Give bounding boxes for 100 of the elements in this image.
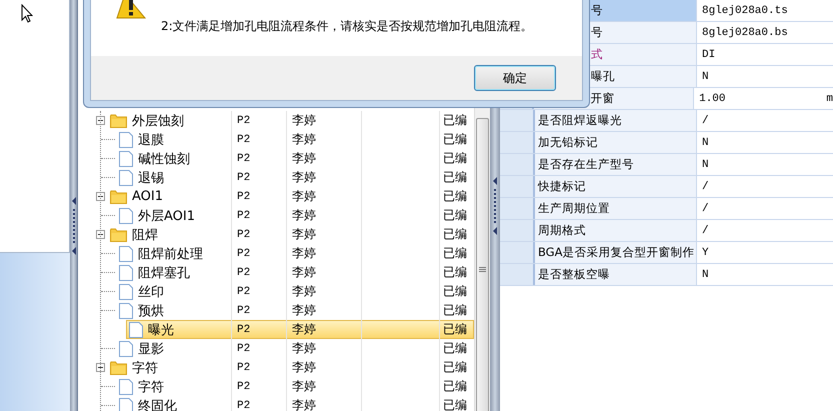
table-cell: 李婷 (292, 302, 316, 319)
row-header[interactable] (500, 264, 535, 285)
tree-item-label: 丝印 (137, 284, 164, 300)
tree-row[interactable]: 退锡 P2 李婷 已编 (78, 168, 474, 187)
property-name[interactable]: 是否阻焊返曝光 (535, 110, 697, 131)
table-cell: P2 (237, 304, 250, 316)
table-cell: P2 (237, 152, 250, 164)
row-header[interactable] (500, 132, 535, 153)
collapse-icon[interactable] (96, 230, 105, 239)
collapse-icon[interactable] (96, 363, 105, 372)
property-name[interactable]: 周期格式 (535, 220, 697, 241)
tree-row[interactable]: 阻焊塞孔 P2 李婷 已编 (78, 263, 474, 282)
document-icon (119, 246, 133, 262)
folder-icon (110, 228, 127, 242)
splitter-handle[interactable] (70, 0, 77, 411)
property-name[interactable]: 快捷标记 (535, 176, 697, 197)
row-header[interactable] (500, 242, 535, 263)
tree-row[interactable]: 阻焊前处理 P2 李婷 已编 (78, 244, 474, 263)
tree-row[interactable]: 字符 P2 李婷 已编 (78, 358, 474, 377)
table-cell: P2 (237, 210, 250, 222)
tree-item-label: AOI1 (131, 189, 164, 204)
tree-row[interactable]: 退膜 P2 李婷 已编 (78, 130, 474, 149)
table-cell: 李婷 (292, 112, 316, 129)
row-header[interactable] (500, 220, 535, 241)
row-header[interactable] (500, 110, 535, 131)
table-cell: P2 (237, 134, 250, 146)
table-cell: 已编 (443, 340, 467, 357)
tree-row[interactable]: 显影 P2 李婷 已编 (78, 339, 474, 358)
tree-row[interactable]: 外层蚀刻 P2 李婷 已编 (78, 111, 474, 130)
table-cell: 已编 (443, 245, 467, 262)
table-cell: 已编 (443, 207, 467, 224)
property-value[interactable]: N (702, 70, 709, 82)
tree-item-label: 外层蚀刻 (131, 112, 184, 130)
table-cell: 已编 (443, 359, 467, 376)
property-name[interactable]: 是否整板空曝 (535, 264, 697, 285)
table-cell: P2 (237, 172, 250, 184)
tree-row[interactable]: 阻焊 P2 李婷 已编 (78, 225, 474, 244)
property-value[interactable]: / (702, 224, 709, 236)
property-value[interactable]: DI (702, 48, 716, 60)
tree-row[interactable]: 丝印 P2 李婷 已编 (78, 282, 474, 301)
mouse-cursor-icon (21, 4, 33, 23)
table-cell: 已编 (443, 302, 467, 319)
property-value[interactable]: Y (702, 246, 709, 258)
property-value[interactable]: N (702, 268, 709, 280)
tree-item-label: 退膜 (137, 132, 164, 148)
folder-icon (110, 360, 127, 374)
tree-item-label: 预烘 (137, 302, 164, 320)
tree-row[interactable]: 碱性蚀刻 P2 李婷 已编 (78, 149, 474, 168)
tree-item-label: 阻焊塞孔 (137, 264, 190, 282)
tree-item-label: 外层AOI1 (137, 208, 196, 224)
property-value[interactable]: N (702, 136, 709, 148)
tree-row[interactable]: 字符 P2 李婷 已编 (78, 377, 474, 396)
tree-item-label: 退锡 (137, 170, 164, 186)
property-value[interactable]: N (702, 158, 709, 170)
property-name[interactable]: 是否存在生产型号 (535, 154, 697, 175)
row-header[interactable] (500, 198, 535, 219)
tree-item-label: 阻焊前处理 (137, 246, 203, 262)
property-value[interactable]: 1.00 (699, 92, 726, 104)
folder-icon (110, 114, 127, 128)
property-value[interactable]: / (702, 180, 709, 192)
row-header[interactable] (500, 154, 535, 175)
table-cell: 李婷 (292, 150, 316, 167)
table-cell: P2 (237, 190, 250, 202)
document-icon (119, 208, 133, 224)
document-icon (119, 378, 133, 394)
property-value[interactable]: 8glej028a0.ts (702, 4, 788, 16)
table-cell: P2 (237, 114, 250, 126)
table-cell: P2 (237, 228, 250, 240)
row-header[interactable] (500, 176, 535, 197)
table-cell: 已编 (443, 112, 467, 129)
property-name[interactable]: 加无铅标记 (535, 132, 697, 153)
tree-row[interactable]: 外层AOI1 P2 李婷 已编 (78, 206, 474, 225)
table-cell: 已编 (443, 150, 467, 167)
table-cell: P2 (237, 362, 250, 374)
collapse-icon[interactable] (96, 116, 105, 125)
tree-item-label: 字符 (131, 360, 158, 376)
tree-item-label: 曝光 (147, 322, 174, 338)
property-name[interactable]: BGA是否采用复合型开窗制作 (535, 242, 697, 263)
property-value[interactable]: / (702, 202, 709, 214)
table-cell: 李婷 (292, 340, 316, 357)
tree-row[interactable]: 曝光 P2 李婷 已编 (126, 320, 474, 339)
ok-button[interactable]: 确定 (474, 65, 556, 91)
table-cell: 已编 (443, 264, 467, 281)
collapse-icon[interactable] (96, 192, 105, 201)
tree-item-label: 终固化 (137, 398, 177, 411)
table-cell: 李婷 (292, 321, 316, 338)
table-cell: 李婷 (292, 169, 316, 186)
property-value[interactable]: / (702, 114, 709, 126)
tree-item-label: 碱性蚀刻 (137, 150, 190, 168)
tree-row[interactable]: 终固化 P2 李婷 已编 (78, 396, 474, 411)
property-value[interactable]: 8glej028a0.bs (702, 26, 788, 38)
table-cell: 已编 (443, 226, 467, 243)
warning-icon (115, 0, 147, 20)
tree-row[interactable]: AOI1 P2 李婷 已编 (78, 187, 474, 206)
tree-item-label: 字符 (137, 378, 164, 396)
table-cell: 李婷 (292, 397, 316, 411)
scrollbar-thumb[interactable] (476, 118, 489, 411)
table-cell: 已编 (443, 397, 467, 411)
table-cell: P2 (237, 400, 250, 411)
property-name[interactable]: 生产周期位置 (535, 198, 697, 219)
